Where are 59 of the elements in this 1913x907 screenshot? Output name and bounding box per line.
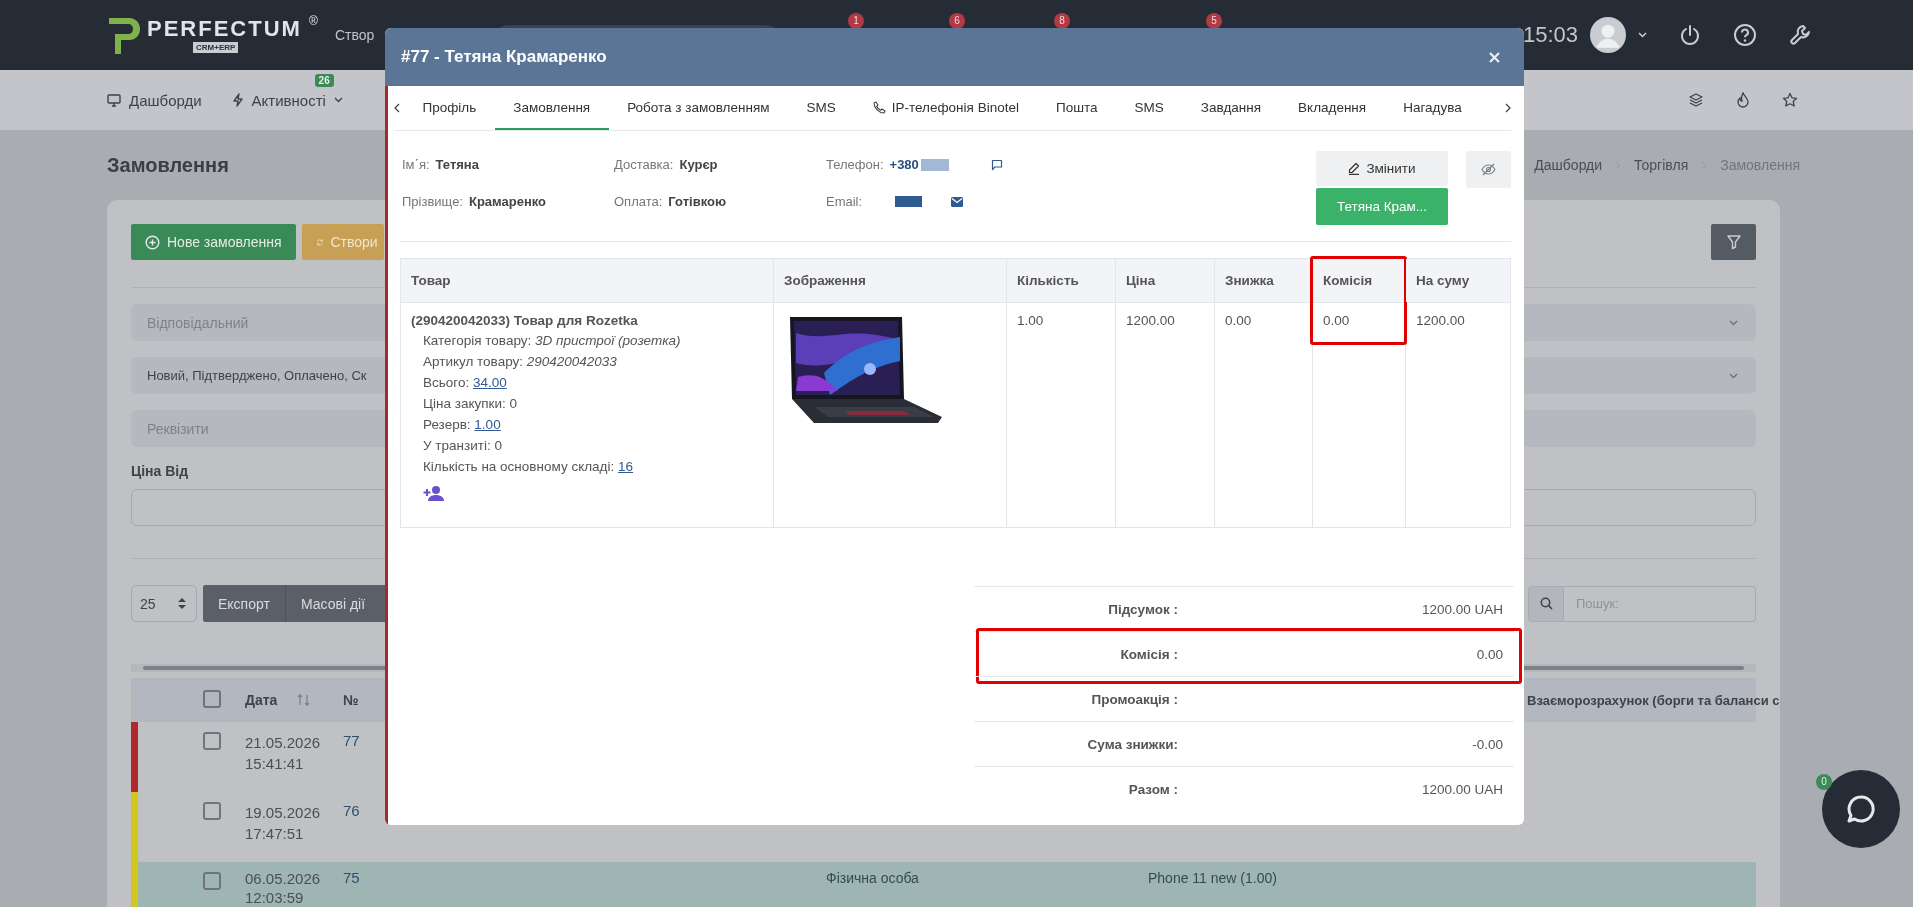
detail-line: Артикул товару: 290420042033 bbox=[422, 353, 618, 371]
detail-line: Всього: 34.00 bbox=[422, 374, 508, 392]
notification-badge: 8 bbox=[1054, 13, 1070, 29]
field-value: Курєр bbox=[679, 157, 718, 172]
column-header: Товар bbox=[411, 273, 451, 288]
order-date: 21.05.2026 bbox=[245, 733, 322, 753]
logo-mark: ® bbox=[309, 14, 318, 28]
logo-subtitle: CRM+ERP bbox=[193, 42, 239, 53]
table-cell: 0.00 bbox=[1323, 313, 1350, 328]
logo-text: PERFECTUM bbox=[147, 16, 302, 42]
field-value: Крамаренко bbox=[469, 194, 547, 209]
order-time: 12:03:59 bbox=[245, 888, 305, 907]
count-badge: 0 bbox=[1816, 774, 1832, 790]
column-header: Ціна bbox=[1126, 273, 1156, 288]
field-value: Тетяна bbox=[435, 157, 479, 172]
field-label: Оплата: bbox=[614, 194, 663, 209]
summary-label: Промоакція : bbox=[1090, 691, 1178, 707]
detail-line: У транзиті: 0 bbox=[422, 437, 503, 455]
column-header: Комісія bbox=[1323, 273, 1373, 288]
table-cell: 1200.00 bbox=[1126, 313, 1175, 328]
dialog-title: #77 - Тетяна Крамаренко bbox=[401, 47, 607, 67]
column-header: Знижка bbox=[1225, 273, 1274, 288]
field-label: Доставка: bbox=[614, 157, 674, 172]
table-cell: 1.00 bbox=[1017, 313, 1044, 328]
field-label: Ціна Від bbox=[131, 463, 189, 479]
page-title: Замовлення bbox=[107, 153, 229, 177]
summary-label: Комісія : bbox=[1119, 646, 1178, 662]
column-header: На суму bbox=[1416, 273, 1470, 288]
summary-value: 0.00 bbox=[1476, 646, 1504, 662]
order-time: 15:41:41 bbox=[245, 754, 305, 774]
summary-label: Підсумок : bbox=[1107, 601, 1178, 617]
field-value: Готівкою bbox=[668, 194, 727, 209]
clock-time: 15:03 bbox=[1522, 22, 1578, 48]
summary-label: Сума знижки: bbox=[1086, 736, 1178, 752]
field-label: Телефон: bbox=[826, 157, 884, 172]
detail-line: Резерв: 1.00 bbox=[422, 416, 502, 434]
table-cell: 0.00 bbox=[1225, 313, 1252, 328]
table-cell: 1200.00 bbox=[1416, 313, 1465, 328]
summary-label: Разом : bbox=[1127, 781, 1178, 797]
summary-value: -0.00 bbox=[1472, 736, 1504, 752]
notification-badge: 1 bbox=[848, 13, 864, 29]
order-date: 19.05.2026 bbox=[245, 803, 322, 823]
table-cell: Phone 11 new (1.00) bbox=[1148, 870, 1277, 886]
order-time: 17:47:51 bbox=[245, 824, 305, 844]
summary-value: 1200.00 UAH bbox=[1421, 601, 1504, 617]
field-label: Email: bbox=[826, 194, 863, 209]
order-date: 06.05.2026 bbox=[245, 869, 322, 888]
count-badge: 26 bbox=[314, 73, 334, 87]
notification-badge: 5 bbox=[1206, 13, 1222, 29]
summary-value: 1200.00 UAH bbox=[1421, 781, 1504, 797]
detail-line: Ціна закупки: 0 bbox=[422, 395, 518, 413]
field-label: Прізвище: bbox=[402, 194, 463, 209]
table-cell: Фізична особа bbox=[826, 870, 919, 886]
field-label: Ім΄я: bbox=[402, 157, 430, 172]
detail-line: Категорія товару: 3D пристрої (розетка) bbox=[422, 332, 682, 350]
column-header: Кількість bbox=[1017, 273, 1079, 288]
column-header: Зображення bbox=[784, 273, 866, 288]
detail-line: Кількість на основному складі: 16 bbox=[422, 458, 634, 476]
notification-badge: 6 bbox=[949, 13, 965, 29]
